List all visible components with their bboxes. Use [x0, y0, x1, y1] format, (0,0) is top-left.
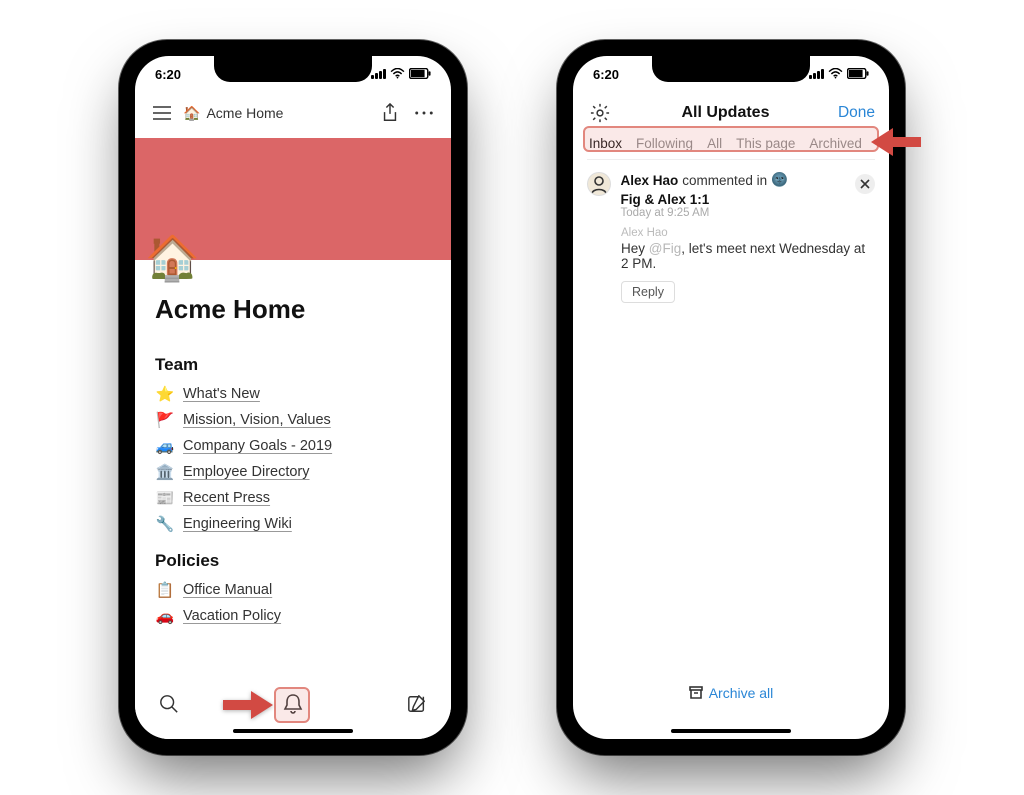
highlight-tabs — [583, 126, 879, 152]
page-link-label: What's New — [183, 386, 260, 402]
search-button[interactable] — [155, 690, 183, 718]
compose-button[interactable] — [403, 690, 431, 718]
phone-left: 6:20 🏠 Acme Home — [119, 40, 467, 755]
notch — [652, 56, 810, 82]
clipboard-icon: 📋 — [155, 581, 175, 599]
page-banner: 🏠 — [135, 138, 451, 260]
highlight-updates-button — [274, 687, 310, 723]
update-item[interactable]: Alex Hao commented in 🌚 Fig & Alex 1:1 T… — [573, 166, 889, 309]
status-time: 6:20 — [593, 67, 619, 82]
page-link-goals[interactable]: 🚙 Company Goals - 2019 — [155, 433, 431, 459]
home-indicator — [233, 729, 353, 733]
page-link-wiki[interactable]: 🔧 Engineering Wiki — [155, 511, 431, 537]
car2-icon: 🚗 — [155, 607, 175, 625]
section-heading-policies: Policies — [155, 551, 431, 571]
comment-prefix: Hey — [621, 241, 649, 256]
action-text: commented in — [682, 173, 767, 188]
cellular-icon — [809, 69, 824, 79]
breadcrumb[interactable]: 🏠 Acme Home — [183, 105, 283, 122]
status-time: 6:20 — [155, 67, 181, 82]
avatar — [587, 172, 611, 196]
comment-text: Hey @Fig, let's meet next Wednesday at 2… — [621, 241, 875, 271]
page-link-vacation[interactable]: 🚗 Vacation Policy — [155, 603, 431, 629]
flag-icon: 🚩 — [155, 411, 175, 429]
comment-block: Alex Hao Hey @Fig, let's meet next Wedne… — [621, 227, 875, 303]
breadcrumb-emoji: 🏠 — [183, 105, 200, 122]
status-indicators — [371, 67, 431, 82]
update-title: Alex Hao commented in 🌚 Fig & Alex 1:1 — [621, 172, 875, 207]
page-link-office-manual[interactable]: 📋 Office Manual — [155, 577, 431, 603]
settings-button[interactable] — [587, 100, 613, 126]
page-link-label: Vacation Policy — [183, 608, 281, 624]
home-indicator — [671, 729, 791, 733]
page-link-mission[interactable]: 🚩 Mission, Vision, Values — [155, 407, 431, 433]
phone-right: 6:20 All Updates Done Inbox Fo — [557, 40, 905, 755]
wrench-icon: 🔧 — [155, 515, 175, 533]
update-time: Today at 9:25 AM — [621, 207, 875, 219]
page-icon: 🏠 — [145, 232, 200, 284]
battery-icon — [847, 67, 869, 82]
mention: @Fig — [649, 241, 681, 256]
cellular-icon — [371, 69, 386, 79]
dismiss-button[interactable] — [855, 174, 875, 194]
reply-button[interactable]: Reply — [621, 281, 675, 303]
tabs-divider — [587, 159, 875, 160]
header-title: All Updates — [613, 104, 838, 122]
star-icon: ⭐ — [155, 385, 175, 403]
menu-button[interactable] — [149, 100, 175, 126]
done-button[interactable]: Done — [838, 104, 875, 122]
building-icon: 🏛️ — [155, 463, 175, 481]
comment-author: Alex Hao — [621, 227, 875, 239]
share-button[interactable] — [377, 100, 403, 126]
page-name: Fig & Alex 1:1 — [621, 192, 710, 207]
car-icon: 🚙 — [155, 437, 175, 455]
page-link-label: Mission, Vision, Values — [183, 412, 331, 428]
page-link-whats-new[interactable]: ⭐ What's New — [155, 381, 431, 407]
page-title: Acme Home — [155, 294, 431, 325]
page-link-label: Office Manual — [183, 582, 272, 598]
section-heading-team: Team — [155, 355, 431, 375]
wifi-icon — [828, 67, 843, 82]
arrow-icon — [221, 685, 277, 725]
page-link-label: Company Goals - 2019 — [183, 438, 332, 454]
wifi-icon — [390, 67, 405, 82]
page-link-label: Engineering Wiki — [183, 516, 292, 532]
breadcrumb-title: Acme Home — [206, 105, 283, 121]
archive-all-button[interactable]: Archive all — [573, 685, 889, 701]
page-link-press[interactable]: 📰 Recent Press — [155, 485, 431, 511]
actor-name: Alex Hao — [621, 173, 679, 188]
more-button[interactable] — [411, 100, 437, 126]
screen-updates: 6:20 All Updates Done Inbox Fo — [573, 56, 889, 739]
page-link-label: Recent Press — [183, 490, 270, 506]
page-link-label: Employee Directory — [183, 464, 310, 480]
page-content[interactable]: Acme Home Team ⭐ What's New 🚩 Mission, Vis… — [135, 260, 451, 739]
screen-home: 6:20 🏠 Acme Home — [135, 56, 451, 739]
page-header: 🏠 Acme Home — [135, 92, 451, 138]
archive-all-label: Archive all — [709, 685, 774, 701]
battery-icon — [409, 67, 431, 82]
status-indicators — [809, 67, 869, 82]
update-header: Alex Hao commented in 🌚 Fig & Alex 1:1 T… — [587, 172, 875, 219]
news-icon: 📰 — [155, 489, 175, 507]
page-link-directory[interactable]: 🏛️ Employee Directory — [155, 459, 431, 485]
page-emoji: 🌚 — [771, 172, 788, 188]
notch — [214, 56, 372, 82]
arrow-icon — [867, 122, 923, 167]
